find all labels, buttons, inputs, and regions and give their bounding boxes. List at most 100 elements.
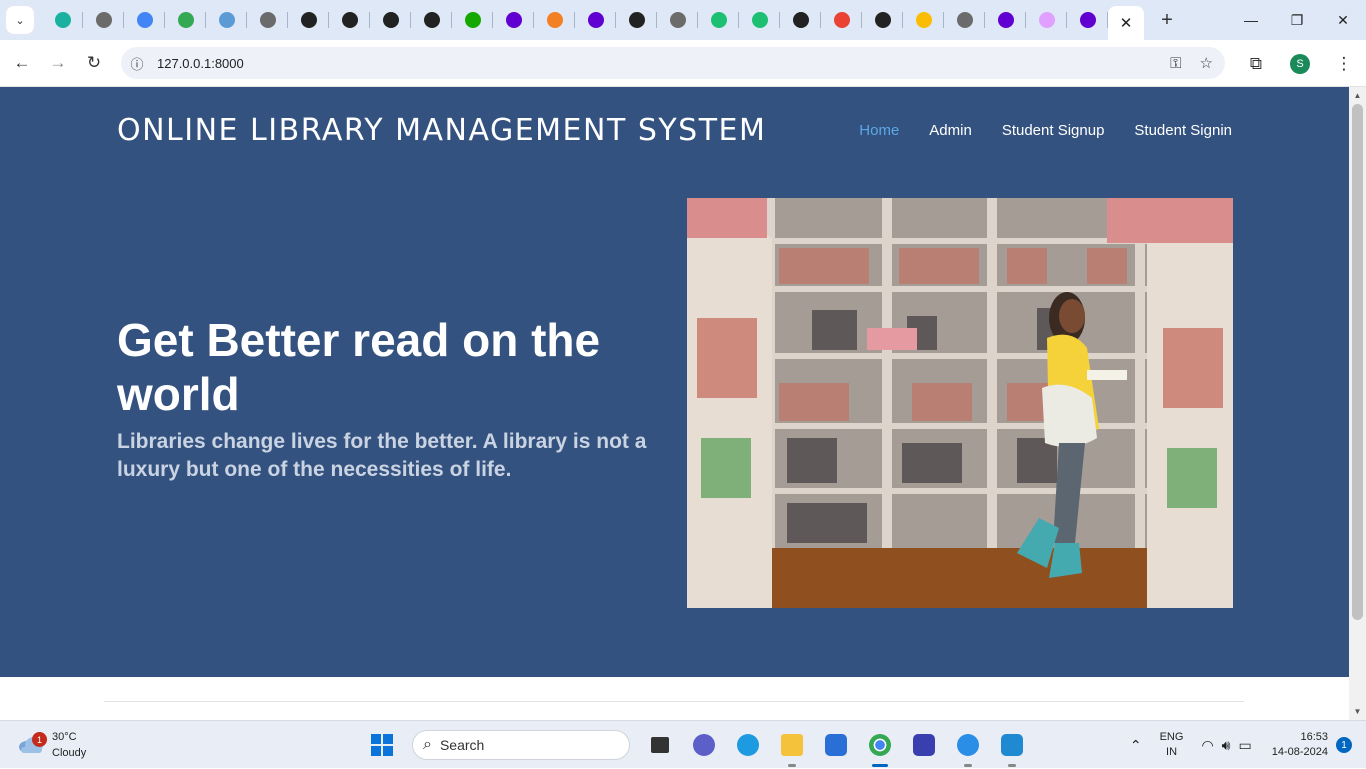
reload-icon[interactable]: ↻: [76, 45, 112, 81]
browser-tab[interactable]: [165, 0, 206, 40]
browser-tab[interactable]: [739, 0, 780, 40]
browser-tab[interactable]: [83, 0, 124, 40]
section-divider: [104, 701, 1244, 702]
browser-tab[interactable]: [903, 0, 944, 40]
nav-link-student-signin[interactable]: Student Signin: [1134, 122, 1232, 139]
browser-tab[interactable]: [1067, 0, 1108, 40]
browser-tab[interactable]: [411, 0, 452, 40]
weather-widget[interactable]: 1 30°C Cloudy: [18, 729, 86, 761]
globe-icon: [669, 12, 686, 28]
globe-icon: [956, 12, 973, 28]
browser-tab[interactable]: [821, 0, 862, 40]
browser-tab[interactable]: [985, 0, 1026, 40]
browser-tab[interactable]: [698, 0, 739, 40]
browser-tab[interactable]: [206, 0, 247, 40]
task-view-button[interactable]: [638, 727, 682, 763]
password-key-icon[interactable]: ⚿: [1170, 55, 1181, 72]
browser-tab[interactable]: [616, 0, 657, 40]
start-button[interactable]: [360, 727, 404, 763]
browser-tab[interactable]: [534, 0, 575, 40]
site-info-icon[interactable]: ⓘ: [121, 54, 153, 73]
app-button[interactable]: [902, 727, 946, 763]
vscode-button[interactable]: [990, 727, 1034, 767]
scroll-up-icon[interactable]: ▲: [1349, 87, 1366, 104]
clock-date: 14-08-2024: [1271, 746, 1328, 758]
yahoo-icon: [997, 12, 1014, 28]
windows-taskbar: 1 30°C Cloudy ⌕ Search ⌃ ENG IN ◠ 🔊︎ ▭ 1…: [0, 720, 1366, 768]
chrome-ring-icon: [1038, 12, 1055, 28]
app-button[interactable]: [946, 727, 990, 767]
language-region: IN: [1166, 746, 1178, 758]
browser-tab[interactable]: [862, 0, 903, 40]
chevron-up-icon[interactable]: ⌃: [1130, 737, 1142, 754]
new-tab-button[interactable]: +: [1152, 5, 1182, 35]
wifi-icon[interactable]: ◠: [1201, 737, 1213, 754]
clock[interactable]: 16:53 14-08-2024: [1272, 730, 1328, 760]
bookmark-star-icon[interactable]: ☆: [1200, 54, 1213, 72]
library-illustration: [687, 198, 1233, 608]
nav-link-student-signup[interactable]: Student Signup: [1002, 122, 1105, 139]
browser-tab[interactable]: [780, 0, 821, 40]
browser-tab[interactable]: [124, 0, 165, 40]
mask-icon: [341, 12, 358, 28]
bot-icon: [218, 12, 235, 28]
github-icon: [423, 12, 440, 28]
minimize-icon[interactable]: —: [1228, 0, 1274, 40]
page-scrollbar[interactable]: ▲ ▼: [1349, 87, 1366, 720]
browser-tab[interactable]: [1026, 0, 1067, 40]
extensions-icon[interactable]: ⧉: [1234, 46, 1278, 82]
browser-tab[interactable]: [493, 0, 534, 40]
nav-link-home[interactable]: Home: [859, 122, 899, 139]
chrome-button[interactable]: [858, 727, 902, 767]
volume-icon[interactable]: 🔊︎: [1222, 737, 1231, 754]
language-indicator[interactable]: ENG IN: [1160, 730, 1184, 760]
taskbar-search[interactable]: ⌕ Search: [412, 730, 630, 760]
drive-icon: [915, 12, 932, 28]
store-button[interactable]: [814, 727, 858, 763]
back-icon[interactable]: ←: [4, 45, 40, 81]
address-bar[interactable]: ⓘ 127.0.0.1:8000 ⚿ ☆: [121, 47, 1225, 79]
edge-icon: [737, 734, 759, 756]
browser-toolbar: ← → ↻ ⓘ 127.0.0.1:8000 ⚿ ☆ ⧉ S ⋮: [0, 40, 1366, 87]
teams-icon: [693, 734, 715, 756]
running-indicator: [788, 764, 796, 767]
chrome-icon: [869, 734, 891, 756]
url-text[interactable]: 127.0.0.1:8000: [157, 56, 244, 71]
weather-desc: Cloudy: [52, 747, 87, 759]
browser-tab[interactable]: [329, 0, 370, 40]
forward-icon[interactable]: →: [40, 45, 76, 81]
running-indicator: [964, 764, 972, 767]
scroll-thumb[interactable]: [1352, 104, 1363, 620]
battery-icon[interactable]: ▭: [1238, 737, 1251, 754]
restore-icon[interactable]: ❐: [1274, 0, 1320, 40]
notification-badge[interactable]: 1: [1336, 737, 1352, 753]
active-tab[interactable]: ✕: [1108, 6, 1144, 40]
scroll-down-icon[interactable]: ▼: [1349, 703, 1366, 720]
close-icon[interactable]: ✕: [1120, 14, 1133, 32]
edge-button[interactable]: [726, 727, 770, 763]
teams-button[interactable]: [682, 727, 726, 763]
taskbar-apps: ⌕ Search: [360, 727, 1034, 767]
vscode-icon: [1001, 734, 1023, 756]
menu-kebab-icon[interactable]: ⋮: [1322, 46, 1366, 82]
browser-tab[interactable]: [288, 0, 329, 40]
nav-link-admin[interactable]: Admin: [929, 122, 972, 139]
yahoo-icon: [587, 12, 604, 28]
openai-icon: [628, 12, 645, 28]
browser-tab[interactable]: [944, 0, 985, 40]
browser-tab[interactable]: [370, 0, 411, 40]
close-window-icon[interactable]: ✕: [1320, 0, 1366, 40]
browser-tab[interactable]: [42, 0, 83, 40]
profile-button[interactable]: S: [1278, 46, 1322, 82]
browser-tab[interactable]: [575, 0, 616, 40]
browser-tab[interactable]: [657, 0, 698, 40]
arrow-app-icon: [957, 734, 979, 756]
site-brand[interactable]: ONLINE LIBRARY MANAGEMENT SYSTEM: [117, 113, 766, 148]
site-nav: Home Admin Student Signup Student Signin: [859, 122, 1232, 139]
browser-tab[interactable]: [247, 0, 288, 40]
browser-tab[interactable]: [452, 0, 493, 40]
tab-search-button[interactable]: ⌄: [6, 6, 34, 34]
file-explorer-button[interactable]: [770, 727, 814, 767]
upwork-icon: [464, 12, 481, 28]
running-indicator: [872, 764, 888, 767]
